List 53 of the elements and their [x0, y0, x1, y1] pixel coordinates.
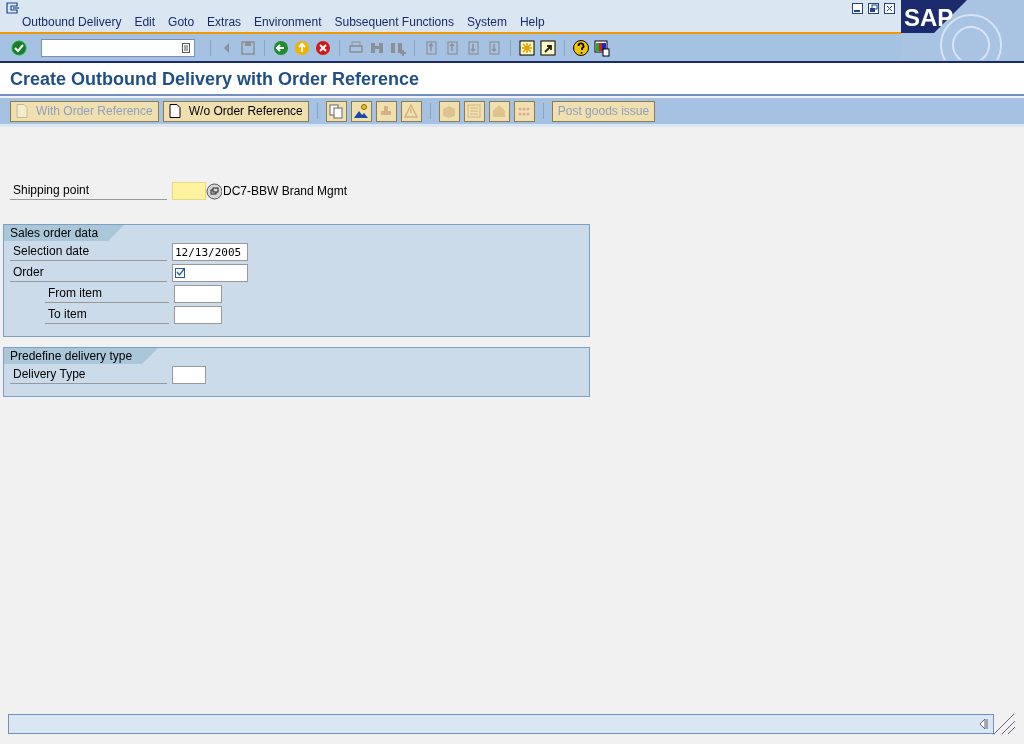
- menu-item[interactable]: Edit: [134, 15, 156, 29]
- warning-icon: [403, 103, 420, 119]
- list-icon: [466, 103, 483, 119]
- copy-icon: [328, 103, 345, 119]
- cancel-icon[interactable]: [314, 38, 332, 57]
- resize-grip-icon[interactable]: [994, 714, 1016, 734]
- menu-item[interactable]: Environment: [254, 15, 322, 29]
- document-button[interactable]: W/o Order Reference: [162, 100, 309, 122]
- shipping-point-field[interactable]: [172, 182, 206, 200]
- restore-icon[interactable]: [868, 3, 879, 14]
- input-field[interactable]: [174, 285, 222, 303]
- group-title: Sales order data: [4, 225, 125, 241]
- menu-item[interactable]: System: [466, 15, 507, 29]
- picture-button[interactable]: [350, 100, 372, 122]
- logo: SAP: [901, 0, 967, 33]
- value-help-icon[interactable]: [206, 182, 222, 200]
- window-menu-icon[interactable]: [6, 2, 20, 14]
- field-label: Delivery Type: [10, 366, 167, 384]
- minimize-icon[interactable]: [852, 3, 863, 14]
- session-icon[interactable]: [518, 38, 536, 57]
- field-label: Order: [10, 264, 167, 282]
- field-label: From item: [45, 285, 169, 303]
- back-icon[interactable]: [272, 38, 290, 57]
- help-icon[interactable]: [572, 38, 590, 57]
- menu-item[interactable]: Extras: [207, 15, 242, 29]
- shortcut-icon[interactable]: [539, 38, 557, 57]
- layout-icon[interactable]: [593, 38, 611, 57]
- input-field[interactable]: [172, 264, 248, 282]
- close-icon[interactable]: [884, 3, 895, 14]
- document-icon: [16, 104, 28, 118]
- screen-title: Create Outbound Delivery with Order Reference: [0, 61, 1024, 96]
- field-label: Selection date: [10, 243, 167, 261]
- menu-item[interactable]: Goto: [168, 15, 195, 29]
- group-title: Predefine delivery type: [4, 348, 159, 364]
- input-field[interactable]: [174, 306, 222, 324]
- box-icon: [441, 103, 458, 119]
- document-icon: [168, 104, 181, 118]
- menu-item[interactable]: Help: [519, 15, 545, 29]
- menu-item[interactable]: Subsequent Functions: [334, 15, 454, 29]
- enter-icon[interactable]: [10, 38, 28, 57]
- required-entry-icon: [175, 268, 185, 278]
- command-field[interactable]: [41, 38, 195, 57]
- field-label: Shipping point: [10, 182, 167, 200]
- input-field[interactable]: 12/13/2005: [172, 243, 248, 261]
- copy-button[interactable]: [325, 100, 347, 122]
- picture-icon: [353, 103, 370, 119]
- input-field[interactable]: [172, 366, 206, 384]
- house-icon: [491, 103, 508, 119]
- menu-item[interactable]: Outbound Delivery: [22, 15, 122, 29]
- field-label: To item: [45, 306, 169, 324]
- history-icon[interactable]: [182, 42, 190, 53]
- shipping-point-description: DC7-BBW Brand Mgmt: [223, 184, 348, 198]
- collapse-icon[interactable]: [978, 718, 988, 730]
